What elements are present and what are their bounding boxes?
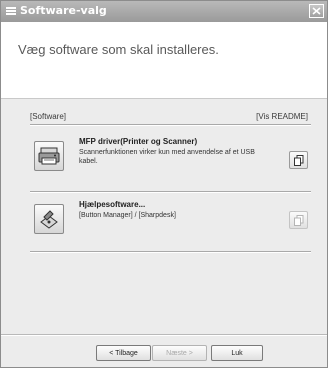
close-window-button[interactable] [309, 4, 324, 18]
page-heading: Væg software som skal installeres. [18, 42, 219, 57]
window-title: Software-valg [20, 4, 107, 17]
footer-divider [1, 334, 327, 336]
readme-column-label: [Vis README] [256, 112, 308, 121]
document-icon [294, 155, 304, 166]
utility-software-title: Hjælpesoftware... [79, 200, 146, 209]
back-button[interactable]: < Tilbage [96, 345, 151, 361]
next-button[interactable]: Næste > [152, 345, 207, 361]
mfp-driver-description: Scannerfunktionen virker kun med anvende… [79, 149, 255, 165]
app-icon [6, 7, 16, 15]
utility-software-icon [40, 210, 58, 229]
software-column-label: [Software] [30, 112, 67, 121]
utility-software-description: [Button Manager] / [Sharpdesk] [79, 212, 176, 219]
printer-scanner-icon [38, 147, 60, 165]
document-icon [294, 215, 304, 226]
divider [30, 191, 311, 193]
mfp-driver-readme-button[interactable] [289, 151, 308, 169]
header-panel: Væg software som skal installeres. [1, 22, 327, 99]
utility-software-readme-button[interactable] [289, 211, 308, 229]
close-icon [312, 7, 321, 15]
install-mfp-driver-button[interactable] [34, 141, 64, 171]
divider [30, 251, 311, 253]
divider [30, 124, 311, 126]
software-selection-window: Software-valg Væg software som skal inst… [0, 0, 328, 368]
mfp-driver-title: MFP driver(Printer og Scanner) [79, 137, 198, 146]
close-button[interactable]: Luk [211, 345, 263, 361]
title-bar: Software-valg [1, 1, 327, 23]
install-utility-software-button[interactable] [34, 204, 64, 234]
